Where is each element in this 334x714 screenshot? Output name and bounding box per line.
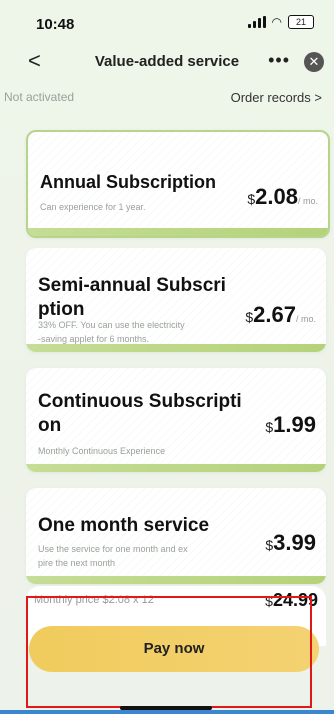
wifi-icon: ◠ [271, 15, 282, 29]
status-icons: ◠ 21 [247, 15, 314, 29]
subscription-status-bar: Not activated Order records > [0, 90, 334, 110]
plan-card-continuous[interactable]: Continuous Subscripti on Monthly Continu… [26, 368, 326, 472]
total-price: $24.99 [265, 590, 318, 610]
plan-price: $2.67/ mo. [245, 302, 316, 327]
plan-description: Can experience for 1 year. [40, 202, 146, 212]
status-time: 10:48 [36, 16, 75, 33]
plan-price: $2.08/ mo. [247, 184, 318, 209]
bottom-bar [0, 710, 334, 714]
total-label: Monthly price $2.08 x 12 [34, 594, 154, 606]
plan-title: Continuous Subscripti on [38, 391, 242, 436]
signal-icon [247, 16, 266, 28]
pay-now-button[interactable]: Pay now [29, 626, 319, 672]
more-icon[interactable]: ••• [268, 50, 290, 71]
battery-icon: 21 [288, 15, 314, 29]
home-indicator[interactable] [120, 706, 212, 710]
plan-price: $1.99 [265, 412, 316, 437]
plan-card-one-month[interactable]: One month service Use the service for on… [26, 488, 326, 584]
plan-description: Monthly Continuous Experience [38, 446, 166, 456]
plan-title: Semi-annual Subscri ption [38, 275, 226, 320]
plan-card-semi-annual[interactable]: Semi-annual Subscri ption 33% OFF. You c… [26, 248, 326, 352]
status-bar: 10:48 ◠ 21 [0, 0, 334, 42]
plan-description: Use the service for one month and ex pir… [38, 544, 188, 568]
plan-card-annual[interactable]: Annual Subscription Can experience for 1… [26, 130, 330, 238]
close-icon[interactable]: ✕ [304, 52, 324, 72]
nav-bar: < Value-added service ••• ✕ [0, 44, 334, 80]
plan-description: 33% OFF. You can use the electricity -sa… [38, 320, 185, 344]
activation-status: Not activated [4, 90, 75, 104]
plan-title: Annual Subscription [40, 172, 217, 192]
plan-price: $3.99 [265, 530, 316, 555]
plan-title: One month service [38, 515, 210, 536]
order-records-link[interactable]: Order records > [231, 90, 322, 105]
